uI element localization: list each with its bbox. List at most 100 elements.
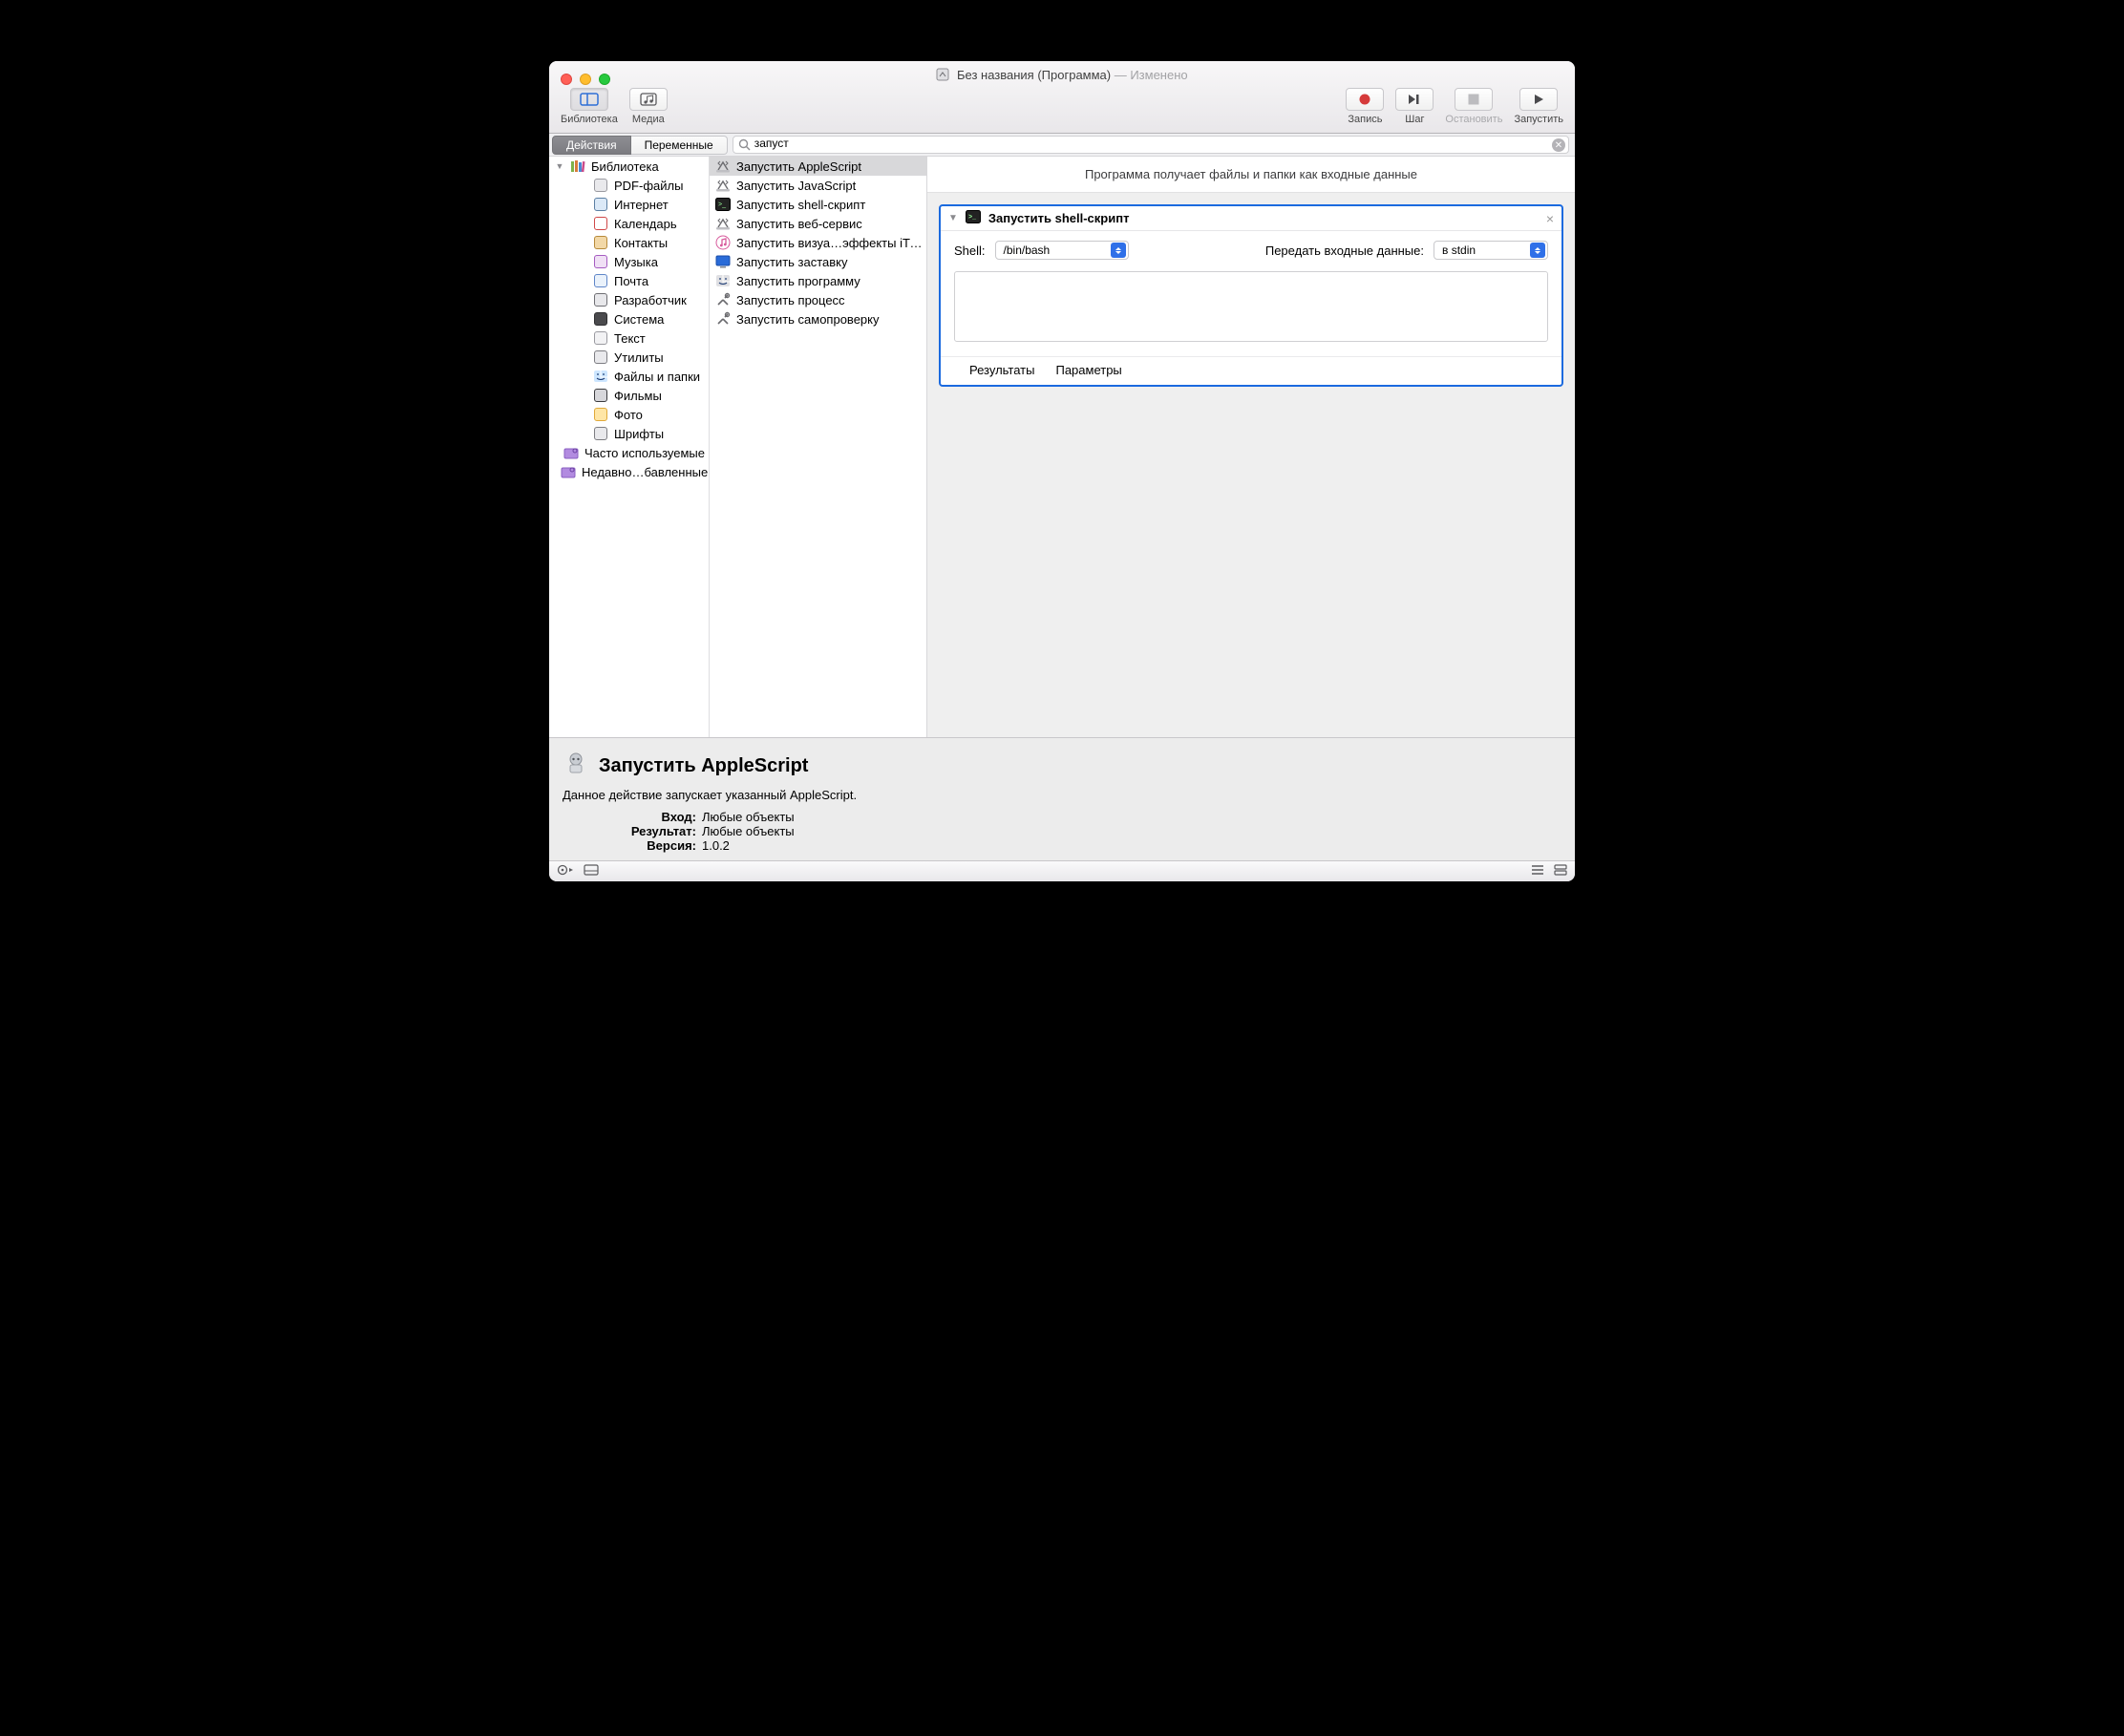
- library-category-row[interactable]: Фото: [549, 405, 709, 424]
- category-icon: [593, 426, 608, 441]
- record-toolbar-button[interactable]: Запись: [1346, 88, 1384, 125]
- run-icon: [1532, 93, 1545, 106]
- pass-input-select[interactable]: в stdin: [1434, 241, 1548, 260]
- search-field[interactable]: ✕: [733, 136, 1569, 154]
- action-list-row[interactable]: Запустить заставку: [710, 252, 926, 271]
- remove-action-button[interactable]: ×: [1546, 211, 1554, 226]
- category-icon: [593, 197, 608, 212]
- library-category-row[interactable]: Файлы и папки: [549, 367, 709, 386]
- category-icon: [593, 273, 608, 288]
- library-category-row[interactable]: Шрифты: [549, 424, 709, 443]
- library-category-row[interactable]: Контакты: [549, 233, 709, 252]
- library-category-label: Календарь: [614, 217, 677, 231]
- smart-folder-icon: [563, 445, 579, 460]
- library-category-row[interactable]: Текст: [549, 328, 709, 348]
- library-category-row[interactable]: Музыка: [549, 252, 709, 271]
- library-category-label: Шрифты: [614, 427, 664, 441]
- pass-input-label: Передать входные данные:: [1265, 243, 1424, 258]
- library-category-row[interactable]: Утилиты: [549, 348, 709, 367]
- library-category-label: Почта: [614, 274, 648, 288]
- info-val-result: Любые объекты: [702, 824, 795, 838]
- action-list-row[interactable]: Запустить JavaScript: [710, 176, 926, 195]
- gear-menu-icon[interactable]: [557, 864, 574, 879]
- workflow-action-card: ▼ >_ Запустить shell-скрипт × Shell: /bi…: [939, 204, 1563, 387]
- media-toolbar-button[interactable]: Медиа: [629, 88, 668, 125]
- screensaver-icon: [715, 254, 731, 269]
- library-smart-row[interactable]: Часто используемые: [549, 443, 709, 462]
- action-list-row[interactable]: Запустить самопроверку: [710, 309, 926, 328]
- tab-results[interactable]: Результаты: [969, 363, 1034, 377]
- actions-column: Запустить AppleScript Запустить JavaScrip…: [710, 157, 927, 737]
- category-icon: [593, 349, 608, 365]
- library-icon: [580, 93, 599, 106]
- run-toolbar-button[interactable]: Запустить: [1514, 88, 1563, 125]
- script-icon: [715, 216, 731, 231]
- action-list-row[interactable]: Запустить программу: [710, 271, 926, 290]
- step-toolbar-button[interactable]: Шаг: [1395, 88, 1434, 125]
- action-list-row[interactable]: Запустить AppleScript: [710, 157, 926, 176]
- library-category-row[interactable]: Система: [549, 309, 709, 328]
- shell-label: Shell:: [954, 243, 986, 258]
- action-list-label: Запустить JavaScript: [736, 179, 923, 193]
- terminal-icon: >_: [715, 197, 731, 212]
- info-val-version: 1.0.2: [702, 838, 730, 853]
- library-category-row[interactable]: Интернет: [549, 195, 709, 214]
- titlebar: Без названия (Программа) — Изменено Библ…: [549, 61, 1575, 134]
- workflow-input-hint[interactable]: Программа получает файлы и папки как вхо…: [927, 157, 1575, 193]
- library-root-row[interactable]: ▼Библиотека: [549, 157, 709, 176]
- window-title-text: Без названия (Программа): [957, 68, 1111, 82]
- action-list-label: Запустить shell-скрипт: [736, 198, 923, 212]
- library-smart-label: Часто используемые: [584, 446, 705, 460]
- view-list-icon[interactable]: [1531, 864, 1544, 879]
- automator-window: Без названия (Программа) — Изменено Библ…: [549, 61, 1575, 881]
- library-category-row[interactable]: Фильмы: [549, 386, 709, 405]
- info-key-input: Вход:: [563, 810, 696, 824]
- info-val-input: Любые объекты: [702, 810, 795, 824]
- action-list-label: Запустить AppleScript: [736, 159, 923, 174]
- segment-actions[interactable]: Действия: [552, 136, 631, 155]
- library-category-row[interactable]: Календарь: [549, 214, 709, 233]
- library-smart-row[interactable]: Недавно…бавленные: [549, 462, 709, 481]
- svg-text:>_: >_: [968, 214, 976, 221]
- library-category-row[interactable]: Почта: [549, 271, 709, 290]
- log-toggle-icon[interactable]: [584, 864, 599, 879]
- info-key-result: Результат:: [563, 824, 696, 838]
- info-title: Запустить AppleScript: [599, 755, 808, 777]
- tools-icon: [715, 292, 731, 307]
- library-category-row[interactable]: PDF-файлы: [549, 176, 709, 195]
- automator-document-icon: [936, 68, 949, 84]
- action-card-title: Запустить shell-скрипт: [988, 211, 1130, 225]
- action-list-row[interactable]: >_ Запустить shell-скрипт: [710, 195, 926, 214]
- workflow-column: Программа получает файлы и папки как вхо…: [927, 157, 1575, 737]
- library-column: ▼БиблиотекаPDF-файлыИнтернет Календарь Кон…: [549, 157, 710, 737]
- record-icon: [1358, 93, 1371, 106]
- clear-search-button[interactable]: ✕: [1552, 138, 1565, 152]
- status-bar: [549, 860, 1575, 881]
- search-input[interactable]: [754, 137, 1549, 150]
- action-list-row[interactable]: Запустить процесс: [710, 290, 926, 309]
- disclosure-triangle-icon[interactable]: ▼: [948, 213, 958, 223]
- svg-text:>_: >_: [718, 201, 726, 208]
- filter-bar: Действия Переменные ✕: [549, 134, 1575, 157]
- segment-variables[interactable]: Переменные: [631, 136, 728, 155]
- category-icon: [593, 178, 608, 193]
- library-category-label: Фильмы: [614, 389, 662, 403]
- action-list-row[interactable]: Запустить веб-сервис: [710, 214, 926, 233]
- action-info-panel: Запустить AppleScript Данное действие за…: [549, 737, 1575, 860]
- step-icon: [1407, 93, 1422, 106]
- tab-parameters[interactable]: Параметры: [1055, 363, 1121, 377]
- library-icon: [570, 159, 585, 174]
- library-category-row[interactable]: Разработчик: [549, 290, 709, 309]
- media-icon: [640, 93, 657, 106]
- category-icon: [593, 388, 608, 403]
- search-icon: [738, 138, 751, 154]
- view-flow-icon[interactable]: [1554, 864, 1567, 879]
- terminal-icon: >_: [966, 210, 981, 226]
- finder-icon: [715, 273, 731, 288]
- library-toolbar-button[interactable]: Библиотека: [561, 88, 618, 125]
- stop-icon: [1467, 93, 1480, 106]
- script-textarea[interactable]: [954, 271, 1548, 342]
- shell-select[interactable]: /bin/bash: [995, 241, 1129, 260]
- action-list-row[interactable]: Запустить визуа…эффекты iTunes: [710, 233, 926, 252]
- library-category-label: Файлы и папки: [614, 370, 700, 384]
